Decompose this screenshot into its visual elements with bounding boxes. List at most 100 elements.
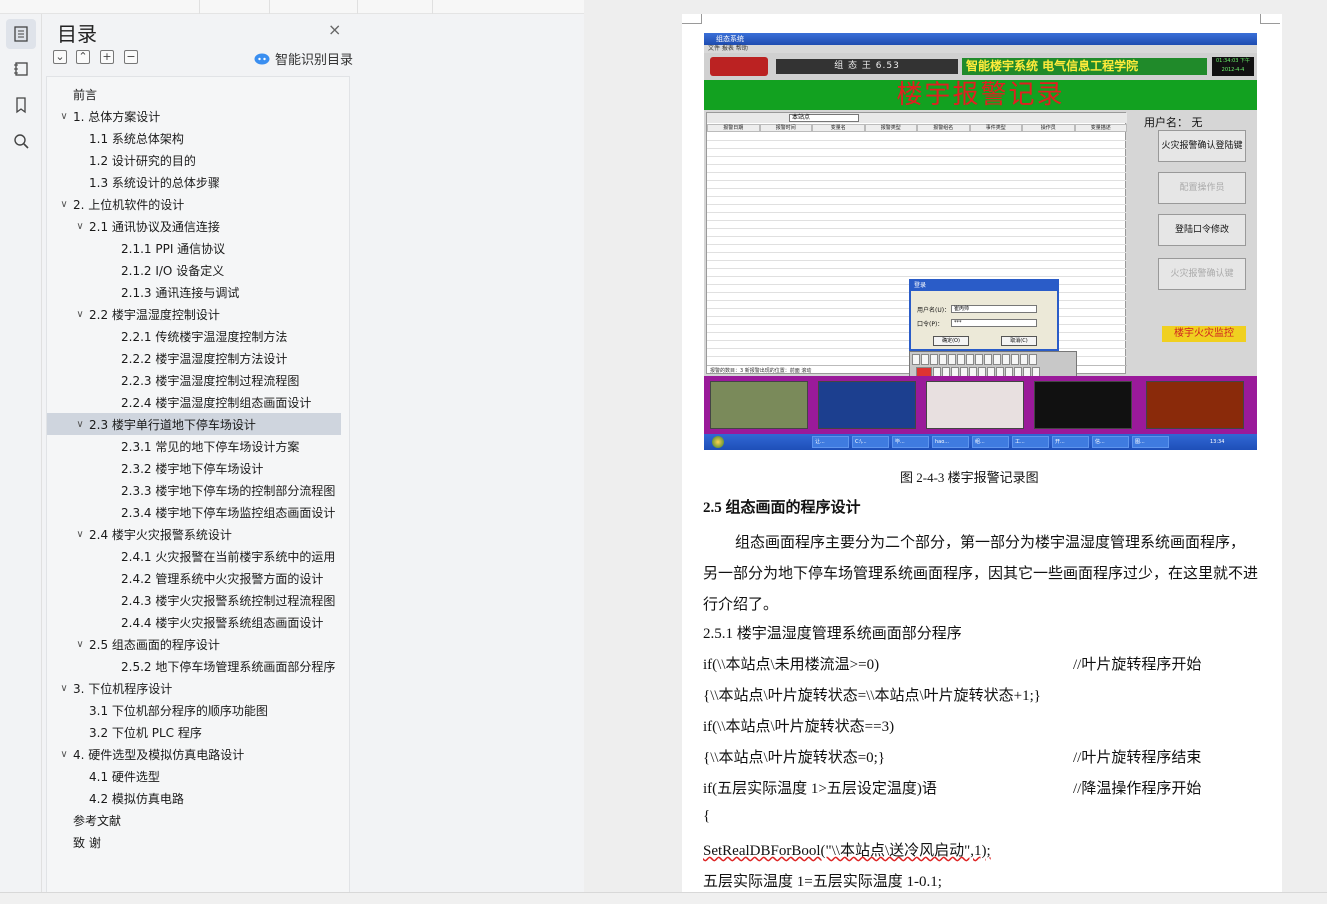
add-heading-button[interactable]: + bbox=[100, 50, 114, 64]
toc-item-label: 2.4.2 管理系统中火灾报警方面的设计 bbox=[121, 571, 324, 586]
toc-item[interactable]: ∨ 2.3 楼宇单行道地下停车场设计 bbox=[47, 413, 341, 435]
close-icon[interactable]: × bbox=[328, 20, 341, 39]
toc-item[interactable]: 4.1 硬件选型 bbox=[47, 765, 341, 787]
figure-taskbar: 让... C:\... 毕... hao... 组... 工... 开... 信... 图...… bbox=[704, 434, 1257, 450]
figure-task-item: C:\... bbox=[852, 436, 889, 448]
toc-item[interactable]: 3.2 下位机 PLC 程序 bbox=[47, 721, 341, 743]
table-row bbox=[707, 141, 1127, 149]
chevron-down-icon[interactable]: ∨ bbox=[57, 199, 71, 210]
toc-item[interactable]: 2.4.3 楼宇火灾报警系统控制过程流程图 bbox=[47, 589, 341, 611]
chevron-down-icon[interactable]: ∨ bbox=[57, 749, 71, 760]
toc-item[interactable]: 2.1.1 PPI 通信协议 bbox=[47, 237, 341, 259]
remove-heading-button[interactable]: − bbox=[124, 50, 138, 64]
thumbnail bbox=[1034, 381, 1132, 429]
login-pass-label: 口令(P)： bbox=[917, 321, 944, 328]
keyboard-key bbox=[1020, 354, 1028, 365]
toc-item[interactable]: 2.2.4 楼宇温湿度控制组态画面设计 bbox=[47, 391, 341, 413]
figure-product-name: 组 态 王 6.53 bbox=[776, 59, 958, 74]
toc-item-label: 2.4.4 楼宇火灾报警系统组态画面设计 bbox=[121, 615, 324, 630]
toc-item-label: 1.2 设计研究的目的 bbox=[89, 153, 196, 168]
outline-panel-icon[interactable] bbox=[6, 54, 36, 84]
code-line: { bbox=[703, 808, 711, 824]
chevron-down-icon[interactable]: ∨ bbox=[57, 111, 71, 122]
table-row bbox=[707, 269, 1127, 277]
keyboard-key bbox=[930, 354, 938, 365]
figure-banner-title: 智能楼宇系统 电气信息工程学院 bbox=[962, 58, 1207, 75]
toc-item[interactable]: 1.1 系统总体架构 bbox=[47, 127, 341, 149]
toc-item-label: 3.1 下位机部分程序的顺序功能图 bbox=[89, 703, 268, 718]
figure-screenshot: 组态系统 文件 报表 帮助 组 态 王 6.53 智能楼宇系统 电气信息工程学院… bbox=[704, 33, 1257, 450]
toc-item[interactable]: 2.3.3 楼宇地下停车场的控制部分流程图 bbox=[47, 479, 341, 501]
smart-toc-label: 智能识别目录 bbox=[275, 53, 354, 68]
toc-item[interactable]: 2.3.1 常见的地下停车场设计方案 bbox=[47, 435, 341, 457]
toc-item[interactable]: 2.1.2 I/O 设备定义 bbox=[47, 259, 341, 281]
grid-station-select: 本站点 bbox=[789, 114, 859, 122]
toc-item[interactable]: 参考文献 bbox=[47, 809, 341, 831]
figure-task-item: 让... bbox=[812, 436, 849, 448]
toc-item-label: 1.1 系统总体架构 bbox=[89, 131, 184, 146]
toc-item[interactable]: 2.2.1 传统楼宇温湿度控制方法 bbox=[47, 325, 341, 347]
toc-item[interactable]: 2.3.2 楼宇地下停车场设计 bbox=[47, 457, 341, 479]
toc-item[interactable]: 2.2.3 楼宇温湿度控制过程流程图 bbox=[47, 369, 341, 391]
table-row bbox=[707, 229, 1127, 237]
toc-item-label: 2.2 楼宇温湿度控制设计 bbox=[89, 307, 220, 322]
bookmark-icon[interactable] bbox=[6, 90, 36, 120]
login-cancel-button: 取消(C) bbox=[1001, 336, 1037, 346]
grid-column-header: 变量名 bbox=[812, 124, 865, 132]
chevron-down-icon[interactable]: ∨ bbox=[73, 309, 87, 320]
toc-item[interactable]: 2.4.2 管理系统中火灾报警方面的设计 bbox=[47, 567, 341, 589]
collapse-all-button[interactable]: ⌄ bbox=[53, 50, 67, 64]
toc-item[interactable]: ∨ 2.5 组态画面的程序设计 bbox=[47, 633, 341, 655]
toc-item[interactable]: ∨ 3. 下位机程序设计 bbox=[47, 677, 341, 699]
code-line: if(五层实际温度 1>五层设定温度)语 bbox=[703, 781, 937, 797]
chevron-down-icon[interactable]: ∨ bbox=[57, 683, 71, 694]
toc-item-label: 2.1.3 通讯连接与调试 bbox=[121, 285, 240, 300]
toc-item-label: 2.2.4 楼宇温湿度控制组态画面设计 bbox=[121, 395, 312, 410]
toc-item[interactable]: 致 谢 bbox=[47, 831, 341, 853]
toc-item[interactable]: 2.3.4 楼宇地下停车场监控组态画面设计 bbox=[47, 501, 341, 523]
toc-item-label: 2.5 组态画面的程序设计 bbox=[89, 637, 220, 652]
grid-column-header: 事件类型 bbox=[969, 124, 1022, 132]
thumbnail bbox=[710, 381, 808, 429]
toc-item[interactable]: 4.2 模拟仿真电路 bbox=[47, 787, 341, 809]
figure-task-item: 图... bbox=[1132, 436, 1169, 448]
toc-item[interactable]: ∨ 2.2 楼宇温湿度控制设计 bbox=[47, 303, 341, 325]
toc-item[interactable]: 3.1 下位机部分程序的顺序功能图 bbox=[47, 699, 341, 721]
toc-item[interactable]: 前言 bbox=[47, 83, 341, 105]
expand-all-button[interactable]: ⌃ bbox=[76, 50, 90, 64]
figure-task-item: 组... bbox=[972, 436, 1009, 448]
toc-item[interactable]: 2.1.3 通讯连接与调试 bbox=[47, 281, 341, 303]
chevron-down-icon[interactable]: ∨ bbox=[73, 221, 87, 232]
code-comment: //叶片旋转程序开始 bbox=[1073, 657, 1202, 673]
toc-panel-icon[interactable] bbox=[6, 19, 36, 49]
toc-item[interactable]: 2.4.1 火灾报警在当前楼宇系统中的运用 bbox=[47, 545, 341, 567]
toc-item-label: 4. 硬件选型及模拟仿真电路设计 bbox=[73, 747, 245, 762]
table-row bbox=[707, 173, 1127, 181]
code-line: if(\\本站点\未用楼流温>=0) bbox=[703, 657, 880, 673]
toc-item[interactable]: ∨ 2.1 通讯协议及通信连接 bbox=[47, 215, 341, 237]
toc-item-label: 2.4 楼宇火灾报警系统设计 bbox=[89, 527, 232, 542]
keyboard-key bbox=[984, 354, 992, 365]
toc-item[interactable]: ∨ 4. 硬件选型及模拟仿真电路设计 bbox=[47, 743, 341, 765]
toc-item[interactable]: 2.4.4 楼宇火灾报警系统组态画面设计 bbox=[47, 611, 341, 633]
smart-toc-button[interactable]: 智能识别目录 bbox=[254, 49, 353, 68]
keyboard-key bbox=[1002, 354, 1010, 365]
chevron-down-icon[interactable]: ∨ bbox=[73, 639, 87, 650]
toc-item-label: 2.2.3 楼宇温湿度控制过程流程图 bbox=[121, 373, 300, 388]
login-dialog: 登录 用户名(U)： 崔丙帅 口令(P)： *** 确定(O) 取消(C) bbox=[909, 279, 1059, 351]
toc-item[interactable]: ∨ 1. 总体方案设计 bbox=[47, 105, 341, 127]
figure-logo bbox=[710, 57, 768, 76]
toc-item[interactable]: ∨ 2.4 楼宇火灾报警系统设计 bbox=[47, 523, 341, 545]
chevron-down-icon[interactable]: ∨ bbox=[73, 419, 87, 430]
chevron-down-icon[interactable]: ∨ bbox=[73, 529, 87, 540]
table-row bbox=[707, 149, 1127, 157]
table-row bbox=[707, 157, 1127, 165]
toc-item[interactable]: 2.2.2 楼宇温湿度控制方法设计 bbox=[47, 347, 341, 369]
toc-item[interactable]: 2.5.2 地下停车场管理系统画面部分程序 bbox=[47, 655, 341, 677]
toc-item[interactable]: 1.2 设计研究的目的 bbox=[47, 149, 341, 171]
search-icon[interactable] bbox=[6, 126, 36, 156]
toc-item[interactable]: ∨ 2. 上位机软件的设计 bbox=[47, 193, 341, 215]
figure-user-label: 用户名： 无 bbox=[1144, 116, 1203, 129]
toolbar-segment bbox=[270, 0, 358, 14]
toc-item[interactable]: 1.3 系统设计的总体步骤 bbox=[47, 171, 341, 193]
